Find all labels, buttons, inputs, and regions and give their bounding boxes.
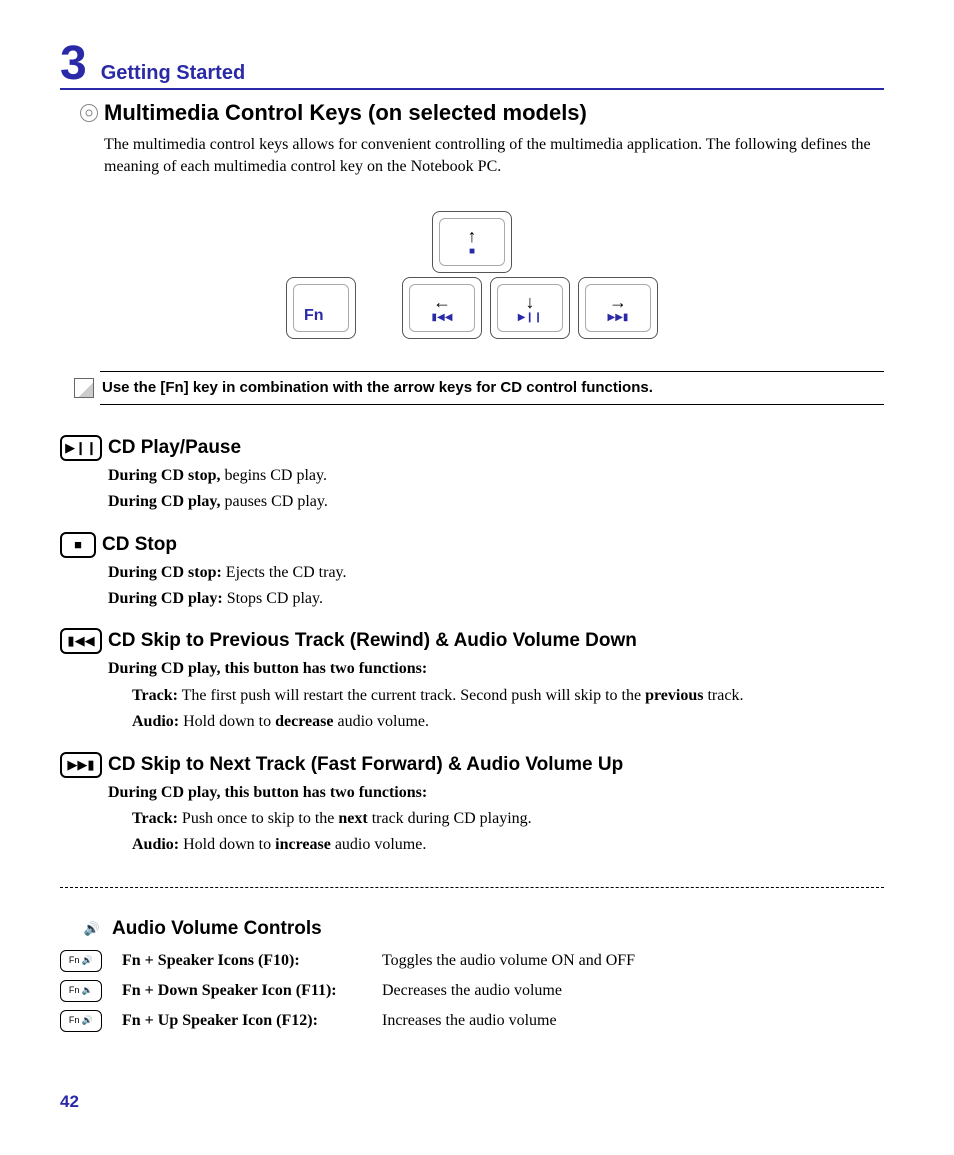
stop-l2-text: Stops CD play. — [223, 590, 323, 607]
page-number: 42 — [60, 1092, 884, 1112]
prev-audio-bold: Audio: — [132, 713, 179, 730]
key-down: ↓ ▶❙❙ — [490, 277, 570, 339]
stop-icon: ■ — [469, 247, 475, 257]
disc-icon — [80, 104, 98, 122]
prev-audio-line: Audio: Hold down to decrease audio volum… — [132, 711, 884, 733]
chapter-number: 3 — [60, 40, 87, 88]
next-track-text2: track during CD playing. — [368, 810, 532, 827]
prev-track-line: Track: The first push will restart the c… — [132, 685, 884, 707]
arrow-right-icon: → — [609, 293, 627, 311]
stop-line1: During CD stop: Ejects the CD tray. — [108, 562, 884, 584]
vol-desc-f11: Decreases the audio volume — [382, 982, 562, 1000]
key-left: ← ▮◀◀ — [402, 277, 482, 339]
next-lead-bold: During CD play, this button has two func… — [108, 784, 427, 801]
play-pause-icon: ▶❙❙ — [518, 313, 542, 323]
play-l1-bold: During CD stop, — [108, 467, 220, 484]
prev-audio-text2: audio volume. — [333, 713, 429, 730]
next-audio-bold2: increase — [275, 836, 331, 853]
prev-track-icon: ▮◀◀ — [60, 628, 102, 654]
fn-f12-icon: Fn 🔊 — [60, 1010, 102, 1032]
key-fn: Fn — [286, 277, 356, 339]
audio-heading: Audio Volume Controls — [112, 918, 322, 940]
fn-f10-icon: Fn 🔊 — [60, 950, 102, 972]
fn-label: Fn — [304, 307, 324, 325]
prev-audio-bold2: decrease — [275, 713, 333, 730]
key-right: → ▶▶▮ — [578, 277, 658, 339]
stop-l1-bold: During CD stop: — [108, 564, 222, 581]
play-line1: During CD stop, begins CD play. — [108, 465, 884, 487]
vol-desc-f10: Toggles the audio volume ON and OFF — [382, 952, 635, 970]
chapter-title: Getting Started — [101, 62, 245, 85]
key-diagram: ↑ ■ Fn ← ▮◀◀ ↓ ▶❙❙ → ▶▶▮ — [60, 209, 884, 341]
prev-track-icon: ▮◀◀ — [432, 313, 453, 323]
next-heading: CD Skip to Next Track (Fast Forward) & A… — [108, 754, 623, 776]
prev-lead: During CD play, this button has two func… — [108, 658, 884, 680]
next-track-line: Track: Push once to skip to the next tra… — [132, 808, 884, 830]
play-l2-text: pauses CD play. — [220, 493, 327, 510]
play-l1-text: begins CD play. — [220, 467, 327, 484]
prev-track-bold2: previous — [645, 687, 703, 704]
section-intro: The multimedia control keys allows for c… — [104, 134, 884, 179]
stop-heading: CD Stop — [102, 534, 177, 556]
vol-desc-f12: Increases the audio volume — [382, 1012, 557, 1030]
next-track-bold2: next — [338, 810, 367, 827]
volume-row: Fn 🔊 Fn + Speaker Icons (F10): Toggles t… — [60, 950, 884, 972]
divider — [60, 887, 884, 888]
next-track-icon: ▶▶▮ — [60, 752, 102, 778]
play-line2: During CD play, pauses CD play. — [108, 491, 884, 513]
prev-track-text2: track. — [703, 687, 743, 704]
prev-lead-bold: During CD play, this button has two func… — [108, 660, 427, 677]
next-audio-text1: Hold down to — [179, 836, 275, 853]
note-text: Use the [Fn] key in combination with the… — [102, 379, 653, 396]
play-pause-icon: ▶❙❙ — [60, 435, 102, 461]
arrow-left-icon: ← — [433, 293, 451, 311]
prev-track-bold: Track: — [132, 687, 178, 704]
vol-label-f12: Fn + Up Speaker Icon (F12): — [122, 1012, 382, 1030]
next-lead: During CD play, this button has two func… — [108, 782, 884, 804]
arrow-down-icon: ↓ — [526, 293, 535, 311]
next-track-text1: Push once to skip to the — [178, 810, 338, 827]
stop-line2: During CD play: Stops CD play. — [108, 588, 884, 610]
prev-audio-text1: Hold down to — [179, 713, 275, 730]
next-track-bold: Track: — [132, 810, 178, 827]
key-up: ↑ ■ — [432, 211, 512, 273]
vol-label-f10: Fn + Speaker Icons (F10): — [122, 952, 382, 970]
next-audio-text2: audio volume. — [331, 836, 427, 853]
chapter-header: 3 Getting Started — [60, 40, 884, 90]
note-box: Use the [Fn] key in combination with the… — [100, 371, 884, 405]
stop-l2-bold: During CD play: — [108, 590, 223, 607]
note-icon — [74, 378, 94, 398]
fn-f11-icon: Fn 🔉 — [60, 980, 102, 1002]
vol-label-f11: Fn + Down Speaker Icon (F11): — [122, 982, 382, 1000]
volume-row: Fn 🔊 Fn + Up Speaker Icon (F12): Increas… — [60, 1010, 884, 1032]
prev-heading: CD Skip to Previous Track (Rewind) & Aud… — [108, 630, 637, 652]
play-l2-bold: During CD play, — [108, 493, 220, 510]
arrow-up-icon: ↑ — [468, 227, 477, 245]
next-audio-line: Audio: Hold down to increase audio volum… — [132, 834, 884, 856]
next-track-icon: ▶▶▮ — [608, 313, 629, 323]
next-audio-bold: Audio: — [132, 836, 179, 853]
speaker-icon: 🔊 — [78, 918, 106, 940]
prev-track-text1: The first push will restart the current … — [178, 687, 645, 704]
section-heading: Multimedia Control Keys (on selected mod… — [104, 100, 587, 126]
play-pause-heading: CD Play/Pause — [108, 437, 241, 459]
stop-l1-text: Ejects the CD tray. — [222, 564, 347, 581]
volume-row: Fn 🔉 Fn + Down Speaker Icon (F11): Decre… — [60, 980, 884, 1002]
stop-icon: ■ — [60, 532, 96, 558]
